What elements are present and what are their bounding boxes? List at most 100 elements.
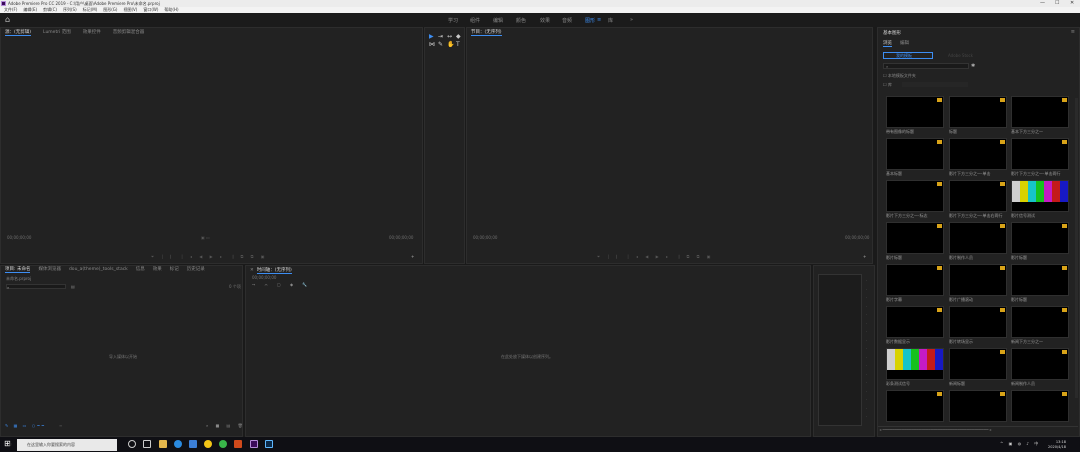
hand-tool-icon[interactable]: ✋ bbox=[447, 41, 454, 48]
template-thumbnail[interactable] bbox=[949, 390, 1007, 422]
menu-help[interactable]: 帮助(H) bbox=[164, 7, 178, 12]
ripple-edit-tool-icon[interactable]: ↔ bbox=[447, 33, 452, 40]
edge-icon[interactable] bbox=[174, 440, 182, 448]
program-transport-controls[interactable]: ⏷ | ⎸ | ◂ ◀ ▶ ▸ ⎹ ⧉ ⧉ ▣ bbox=[597, 254, 714, 259]
slip-tool-icon[interactable]: ⋈ bbox=[429, 41, 435, 48]
task-view-icon[interactable] bbox=[143, 440, 151, 448]
program-add-button[interactable]: + bbox=[863, 254, 869, 259]
menu-view[interactable]: 视图(V) bbox=[123, 7, 137, 12]
workspace-effects[interactable]: 效果 bbox=[540, 17, 550, 24]
home-icon[interactable]: ⌂ bbox=[5, 15, 10, 24]
menu-sequence[interactable]: 序列(S) bbox=[63, 7, 77, 12]
chrome-icon[interactable] bbox=[204, 440, 212, 448]
template-thumbnail[interactable] bbox=[886, 96, 944, 128]
template-thumbnail[interactable] bbox=[949, 264, 1007, 296]
wechat-icon[interactable] bbox=[219, 440, 227, 448]
tab-timeline[interactable]: 时间轴：(无序列) bbox=[256, 268, 292, 274]
search-options-icon[interactable]: ✱ bbox=[971, 63, 975, 69]
tab-lumetri-scopes[interactable]: Lumetri 范围 bbox=[43, 30, 71, 35]
tab-history[interactable]: 历史记录 bbox=[187, 267, 205, 272]
pen-tool-icon[interactable]: ✎ bbox=[438, 41, 443, 48]
menu-graphics[interactable]: 图形(G) bbox=[103, 7, 117, 12]
file-explorer-icon[interactable] bbox=[159, 440, 167, 448]
tab-effect-controls[interactable]: 效果控件 bbox=[83, 30, 101, 35]
project-search-input[interactable]: ⌕ bbox=[6, 284, 66, 290]
track-select-tool-icon[interactable]: ⇥ bbox=[438, 33, 443, 40]
menu-window[interactable]: 窗口(W) bbox=[143, 7, 158, 12]
minimize-button[interactable]: — bbox=[1040, 0, 1045, 7]
razor-tool-icon[interactable]: ◆ bbox=[456, 33, 461, 40]
maximize-button[interactable]: ☐ bbox=[1055, 0, 1059, 7]
libraries-checkbox[interactable]: ☐ 库 bbox=[883, 82, 892, 88]
workspace-more-icon[interactable]: » bbox=[630, 17, 633, 23]
premiere-taskbar-icon[interactable] bbox=[250, 440, 258, 448]
tab-project[interactable]: 项目: 未命名 bbox=[5, 267, 31, 273]
template-thumbnail[interactable] bbox=[1011, 138, 1069, 170]
sort-icon[interactable]: ≡ bbox=[59, 423, 64, 428]
close-button[interactable]: ✕ bbox=[1070, 0, 1074, 7]
template-thumbnail[interactable] bbox=[949, 222, 1007, 254]
panel-menu-icon[interactable]: ≡ bbox=[1071, 29, 1075, 35]
menu-marker[interactable]: 标记(M) bbox=[83, 7, 98, 12]
template-thumbnail[interactable] bbox=[949, 180, 1007, 212]
workspace-menu-icon[interactable]: ≡ bbox=[597, 17, 601, 23]
template-thumbnail[interactable] bbox=[949, 138, 1007, 170]
template-thumbnail[interactable] bbox=[1011, 222, 1069, 254]
template-thumbnail[interactable] bbox=[886, 138, 944, 170]
template-thumbnail[interactable] bbox=[1011, 348, 1069, 380]
template-thumbnail[interactable] bbox=[886, 348, 944, 380]
workspace-editing[interactable]: 编辑 bbox=[493, 17, 503, 24]
app-icon[interactable] bbox=[234, 440, 242, 448]
template-thumbnail[interactable] bbox=[886, 306, 944, 338]
menu-edit[interactable]: 编辑(E) bbox=[23, 7, 37, 12]
store-icon[interactable] bbox=[189, 440, 197, 448]
tab-info[interactable]: 信息 bbox=[136, 267, 145, 272]
tab-source[interactable]: 源：(无剪辑) bbox=[5, 30, 32, 36]
template-thumbnail[interactable] bbox=[886, 222, 944, 254]
menu-file[interactable]: 文件(F) bbox=[4, 7, 17, 12]
menu-clip[interactable]: 剪辑(C) bbox=[43, 7, 57, 12]
workspace-libraries[interactable]: 库 bbox=[608, 17, 613, 24]
template-thumbnail[interactable] bbox=[1011, 306, 1069, 338]
workspace-color[interactable]: 颜色 bbox=[516, 17, 526, 24]
adobe-stock-button[interactable]: Adobe Stock bbox=[940, 52, 990, 59]
template-thumbnail[interactable] bbox=[949, 96, 1007, 128]
source-fit-dropdown[interactable]: ▣ ▭ bbox=[201, 235, 210, 240]
tab-effects[interactable]: 效果 bbox=[153, 267, 162, 272]
tab-markers[interactable]: 标记 bbox=[170, 267, 179, 272]
local-templates-checkbox[interactable]: ☐ 本地模板文件夹 bbox=[883, 73, 916, 79]
tab-media-browser[interactable]: 媒体浏览器 bbox=[38, 267, 61, 272]
workspace-learn[interactable]: 学习 bbox=[448, 17, 458, 24]
system-tray-clock[interactable]: 13:18 2020/4/18 bbox=[1048, 440, 1066, 450]
my-templates-button[interactable]: 我的模板 bbox=[883, 52, 933, 59]
type-tool-icon[interactable]: T bbox=[456, 41, 460, 48]
template-thumbnail[interactable] bbox=[949, 348, 1007, 380]
cortana-icon[interactable] bbox=[128, 440, 136, 448]
timeline-tools[interactable]: ⤳ ⌒ ▢ ◆ 🔧 bbox=[252, 282, 311, 287]
template-thumbnail[interactable] bbox=[1011, 390, 1069, 422]
workspace-assembly[interactable]: 组件 bbox=[470, 17, 480, 24]
photoshop-taskbar-icon[interactable] bbox=[265, 440, 273, 448]
tab-audio-clip-mixer[interactable]: 音频剪辑混合器 bbox=[113, 30, 145, 35]
tab-library[interactable]: dou_a(theme)_tools_stack bbox=[69, 267, 128, 272]
thumbnail-size-slider[interactable]: ◂ ━━━━━━━━━━━━━━━━━━━━━━━━━━━━━━━━━━━━━━… bbox=[878, 426, 1078, 434]
new-bin-icon[interactable]: ▤ bbox=[71, 284, 75, 289]
tray-icons[interactable]: ^ ▣ ◍ ♪ 中 bbox=[1000, 441, 1040, 447]
selection-tool-icon[interactable]: ▶ bbox=[429, 33, 434, 40]
source-transport-controls[interactable]: ⏷ | ⎸ | ◂ ◀ ▶ ▸ ⎹ ⧉ ⧉ ▣ bbox=[151, 254, 268, 259]
template-thumbnail[interactable] bbox=[1011, 96, 1069, 128]
tab-edit[interactable]: 编辑 bbox=[900, 40, 909, 46]
template-thumbnail[interactable] bbox=[1011, 264, 1069, 296]
taskbar-search-box[interactable]: 在这里输入你要搜索的内容 bbox=[17, 439, 117, 451]
workspace-graphics[interactable]: 图形 bbox=[585, 17, 595, 24]
template-thumbnail[interactable] bbox=[1011, 180, 1069, 212]
template-thumbnail[interactable] bbox=[949, 306, 1007, 338]
template-thumbnail[interactable] bbox=[886, 390, 944, 422]
template-thumbnail[interactable] bbox=[886, 264, 944, 296]
tab-program[interactable]: 节目：(无序列) bbox=[471, 30, 502, 36]
tab-browse[interactable]: 浏览 bbox=[883, 40, 892, 47]
project-view-controls[interactable]: ✎ ▦ ▭ ○━━ bbox=[5, 423, 46, 428]
close-tab-icon[interactable]: ✕ bbox=[250, 268, 254, 273]
template-search-input[interactable]: ⌕ bbox=[883, 63, 969, 69]
template-thumbnail[interactable] bbox=[886, 180, 944, 212]
